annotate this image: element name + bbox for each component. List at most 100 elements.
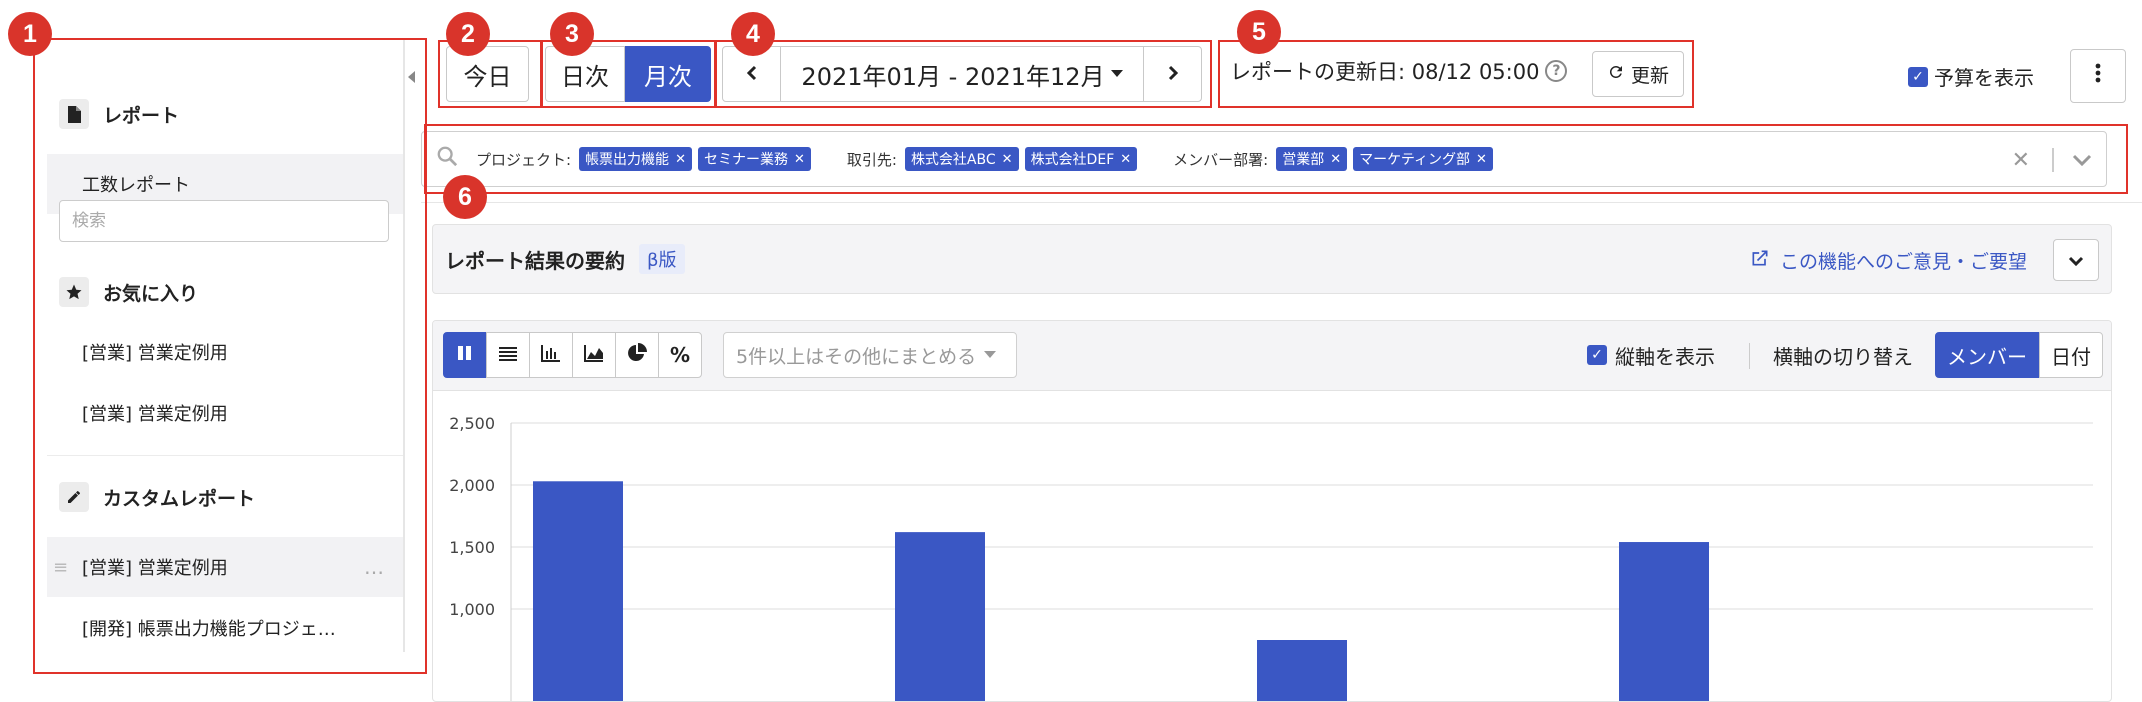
report-updated-info: レポートの更新日: 08/12 05:00 ? (1230, 56, 1568, 86)
bar-chart-button[interactable] (529, 332, 573, 378)
checkbox-checked-icon: ✓ (1908, 66, 1928, 87)
vertical-dots-icon (2095, 63, 2101, 89)
daily-button[interactable]: 日次 (545, 46, 625, 102)
monthly-button[interactable]: 月次 (625, 46, 711, 102)
chevron-down-icon (2068, 250, 2084, 271)
chart-bar[interactable] (1257, 640, 1347, 702)
grouping-select[interactable]: 5件以上はその他にまとめる (723, 332, 1017, 378)
chip-label: セミナー業務 (703, 152, 788, 168)
remove-chip-icon[interactable]: ✕ (1476, 152, 1487, 167)
remove-chip-icon[interactable]: ✕ (794, 152, 805, 167)
pencil-icon (59, 482, 89, 512)
pie-chart-button[interactable] (615, 332, 659, 378)
annotation-badge-6: 6 (443, 175, 487, 219)
filter-divider (2052, 148, 2054, 172)
report-sidebar: レポート 工数レポート お気に入り [営業] 営業定例用 [営業] 営業定例用 … (47, 40, 405, 652)
today-label: 今日 (463, 62, 512, 91)
filter-group-client: 取引先: 株式会社ABC ✕ 株式会社DEF ✕ (847, 147, 1143, 171)
column-chart-button[interactable] (443, 332, 487, 378)
show-budget-label: 予算を表示 (1934, 66, 2034, 90)
sidebar-section-reports: レポート (47, 85, 403, 143)
haxis-toggle: メンバー 日付 (1935, 332, 2103, 378)
refresh-label: 更新 (1630, 64, 1669, 87)
chart-bar[interactable] (1619, 542, 1709, 702)
filter-chip[interactable]: 株式会社ABC ✕ (904, 147, 1019, 171)
list-view-button[interactable] (486, 332, 530, 378)
sidebar-item-custom[interactable]: ≡ [営業] 営業定例用 … (47, 537, 403, 597)
more-options-icon[interactable]: … (364, 537, 385, 597)
filter-chip[interactable]: セミナー業務 ✕ (697, 147, 811, 171)
sidebar-collapse-icon[interactable] (405, 66, 419, 88)
daily-label: 日次 (561, 62, 609, 91)
help-icon[interactable]: ? (1545, 60, 1568, 82)
chart-toolbar: % 5件以上はその他にまとめる ✓ 縦軸を表示 横軸の切り替え メンバー 日付 (433, 321, 2111, 391)
filter-chip[interactable]: 営業部 ✕ (1276, 147, 1348, 171)
document-icon (59, 99, 89, 129)
column-chart-icon (456, 343, 474, 367)
chip-label: マーケティング部 (1359, 152, 1471, 168)
bar-chart: 2,500 2,000 1,500 1,000 (449, 414, 2093, 702)
filter-bar[interactable]: プロジェクト: 帳票出力機能 ✕ セミナー業務 ✕ 取引先: 株式会社ABC ✕ 株式… (421, 131, 2107, 187)
haxis-member-button[interactable]: メンバー (1935, 332, 2039, 378)
sidebar-item-favorite[interactable]: [営業] 営業定例用 (47, 322, 403, 382)
sidebar-search-input[interactable] (59, 200, 389, 242)
filter-label-dept: メンバー部署: (1173, 150, 1269, 169)
date-range-dropdown[interactable]: 2021年01月 - 2021年12月 (781, 47, 1143, 101)
sidebar-item-label: [開発] 帳票出力機能プロジェ… (82, 619, 336, 640)
y-tick-label: 2,000 (449, 476, 495, 495)
chart-bar[interactable] (533, 481, 623, 702)
feedback-label: この機能へのご意見・ご要望 (1779, 250, 2027, 273)
area-chart-icon (584, 343, 604, 367)
sidebar-item-custom[interactable]: [開発] 帳票出力機能プロジェ… (47, 598, 403, 652)
chevron-down-icon[interactable] (2072, 132, 2092, 188)
today-button[interactable]: 今日 (446, 46, 529, 102)
sidebar-section-favorites: お気に入り (47, 263, 403, 321)
show-vaxis-checkbox[interactable]: ✓ 縦軸を表示 (1587, 332, 1715, 378)
next-period-button[interactable] (1143, 47, 1201, 101)
remove-chip-icon[interactable]: ✕ (1120, 152, 1131, 167)
beta-badge: β版 (639, 244, 685, 274)
sidebar-divider (47, 455, 403, 456)
drag-handle-icon[interactable]: ≡ (53, 537, 68, 597)
show-vaxis-label: 縦軸を表示 (1615, 344, 1715, 369)
refresh-button[interactable]: 更新 (1592, 51, 1684, 97)
summary-expand-button[interactable] (2053, 239, 2099, 281)
sidebar-item-label: 工数レポート (82, 175, 190, 196)
remove-chip-icon[interactable]: ✕ (675, 152, 686, 167)
haxis-member-label: メンバー (1947, 344, 2027, 369)
list-icon (499, 343, 517, 367)
external-link-icon (1750, 248, 1770, 273)
monthly-label: 月次 (644, 62, 692, 91)
area-chart-button[interactable] (572, 332, 616, 378)
summary-title: レポート結果の要約 (445, 248, 625, 273)
caret-down-icon (984, 348, 997, 362)
remove-chip-icon[interactable]: ✕ (1002, 152, 1013, 167)
star-icon (59, 277, 89, 307)
sidebar-section-label: カスタムレポート (103, 487, 256, 510)
feedback-link[interactable]: この機能へのご意見・ご要望 (1750, 225, 2027, 295)
chip-label: 帳票出力機能 (585, 152, 670, 168)
filter-chip[interactable]: 株式会社DEF ✕ (1024, 147, 1138, 171)
sidebar-section-custom: カスタムレポート (47, 468, 403, 526)
percent-icon: % (669, 343, 691, 367)
sidebar-section-label: レポート (103, 104, 180, 127)
checkbox-checked-icon: ✓ (1587, 345, 1607, 365)
filter-group-project: プロジェクト: 帳票出力機能 ✕ セミナー業務 ✕ (476, 147, 817, 171)
filter-chip[interactable]: マーケティング部 ✕ (1353, 147, 1493, 171)
report-summary-panel: レポート結果の要約 β版 この機能へのご意見・ご要望 (432, 224, 2112, 294)
more-menu-button[interactable] (2070, 49, 2126, 103)
date-range-selector: 2021年01月 - 2021年12月 (722, 46, 1202, 102)
caret-down-icon (1110, 66, 1123, 82)
chart-bar[interactable] (895, 532, 985, 702)
sidebar-item-label: [営業] 営業定例用 (82, 558, 228, 579)
filter-chip[interactable]: 帳票出力機能 ✕ (579, 147, 692, 171)
chart-panel: % 5件以上はその他にまとめる ✓ 縦軸を表示 横軸の切り替え メンバー 日付 … (432, 320, 2112, 702)
haxis-date-button[interactable]: 日付 (2039, 332, 2103, 378)
sidebar-item-favorite[interactable]: [営業] 営業定例用 (47, 383, 403, 443)
show-budget-checkbox[interactable]: ✓ 予算を表示 (1908, 62, 2034, 91)
sidebar-section-label: お気に入り (103, 282, 199, 305)
refresh-icon (1607, 63, 1625, 86)
percent-view-button[interactable]: % (658, 332, 702, 378)
remove-chip-icon[interactable]: ✕ (1330, 152, 1341, 167)
clear-filters-icon[interactable]: ✕ (2012, 132, 2030, 188)
